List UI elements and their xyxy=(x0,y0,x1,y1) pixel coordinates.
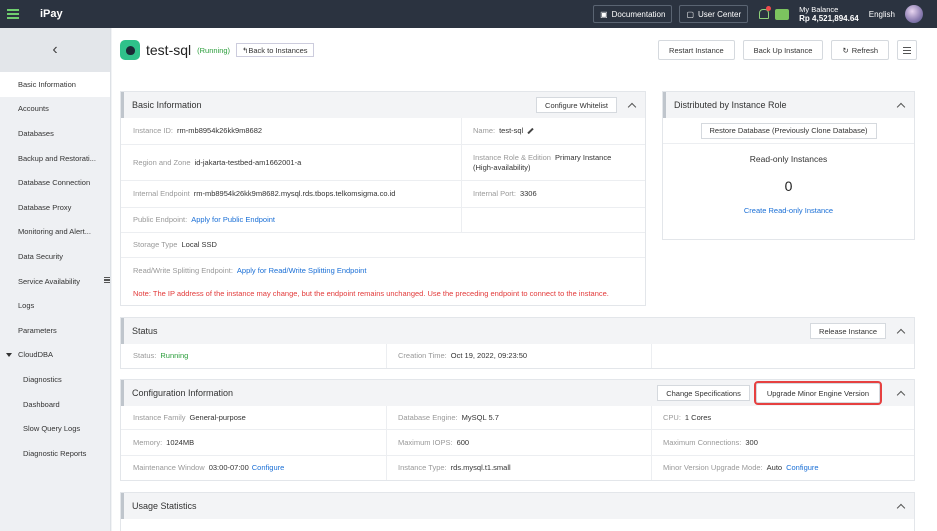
collapse-icon[interactable] xyxy=(892,384,910,402)
usage-statistics-card: Usage Statistics xyxy=(120,492,915,531)
balance[interactable]: My Balance Rp 4,521,894.64 xyxy=(799,5,859,23)
readonly-count: 0 xyxy=(784,178,793,194)
region-zone: id-jakarta-testbed-am1662001-a xyxy=(194,157,302,167)
back-arrow-icon[interactable]: ‹ xyxy=(0,28,110,72)
configure-maintenance-link[interactable]: Configure xyxy=(252,463,285,473)
sidebar-item-service-availability[interactable]: Service Availability xyxy=(0,269,110,294)
sidebar-item-parameters[interactable]: Parameters xyxy=(0,318,110,343)
sidebar-item-backup[interactable]: Backup and Restorati... xyxy=(0,146,110,171)
configure-minor-upgrade-link[interactable]: Configure xyxy=(786,463,819,473)
sidebar-group-clouddba[interactable]: CloudDBA xyxy=(0,343,110,368)
internal-port: 3306 xyxy=(519,189,537,198)
restart-instance-button[interactable]: Restart Instance xyxy=(658,40,735,60)
sidebar-item-slow-query-logs[interactable]: Slow Query Logs xyxy=(0,416,110,441)
usage-statistics-title: Usage Statistics xyxy=(132,501,197,511)
sidebar-item-database-connection[interactable]: Database Connection xyxy=(0,170,110,195)
readonly-title: Read-only Instances xyxy=(749,154,828,164)
sidebar-item-diagnostic-reports[interactable]: Diagnostic Reports xyxy=(0,441,110,466)
apply-rw-splitting-link[interactable]: Apply for Read/Write Splitting Endpoint xyxy=(237,266,367,276)
sidebar-item-basic-information[interactable]: Basic Information xyxy=(0,72,110,97)
refresh-icon: ↻ xyxy=(842,45,849,55)
page-header: test-sql (Running) ↰ Back to Instances R… xyxy=(112,28,937,72)
create-readonly-link[interactable]: Create Read-only Instance xyxy=(663,206,914,215)
main-content: test-sql (Running) ↰ Back to Instances R… xyxy=(112,28,937,531)
distributed-by-role-card: Distributed by Instance Role Restore Dat… xyxy=(662,91,915,240)
maximum-iops: 600 xyxy=(456,437,470,447)
minor-upgrade-mode: Auto xyxy=(766,463,783,472)
change-specifications-button[interactable]: Change Specifications xyxy=(657,385,750,401)
info-row: Read/Write Splitting Endpoint: Apply for … xyxy=(133,265,367,276)
chat-icon: ▢ xyxy=(686,9,695,19)
info-row: Storage Type Local SSD xyxy=(121,233,645,258)
documentation-button[interactable]: ▣ Documentation xyxy=(593,5,673,23)
instance-family: General-purpose xyxy=(189,412,246,422)
configure-whitelist-button[interactable]: Configure Whitelist xyxy=(536,97,617,113)
edit-icon[interactable] xyxy=(527,127,534,135)
info-row: Internal Endpoint rm-mb8954k26kk9m8682.my… xyxy=(121,181,645,208)
avatar[interactable] xyxy=(905,5,923,23)
distributed-title: Distributed by Instance Role xyxy=(674,100,787,110)
internal-endpoint: rm-mb8954k26kk9m8682.mysql.rds.tbops.tel… xyxy=(193,189,396,198)
upgrade-minor-engine-version-button[interactable]: Upgrade Minor Engine Version xyxy=(753,381,883,405)
collapse-icon[interactable] xyxy=(892,322,910,340)
refresh-button[interactable]: ↻ Refresh xyxy=(831,40,889,60)
caret-down-icon xyxy=(6,352,12,357)
status-title: Status xyxy=(132,326,158,336)
maximum-connections: 300 xyxy=(745,437,758,447)
basic-information-card: Basic Information Configure Whitelist In… xyxy=(120,91,646,306)
user-center-button[interactable]: ▢ User Center xyxy=(679,5,749,23)
sidebar-item-databases[interactable]: Databases xyxy=(0,121,110,146)
database-icon xyxy=(120,40,140,60)
info-row: Instance ID: rm-mb8954k26kk9m8682 Name: te… xyxy=(121,118,645,145)
collapse-icon[interactable] xyxy=(892,497,910,515)
wallet-icon[interactable] xyxy=(775,8,790,20)
sidebar-item-database-proxy[interactable]: Database Proxy xyxy=(0,195,110,220)
sidebar-item-logs[interactable]: Logs xyxy=(0,293,110,318)
menu-icon[interactable] xyxy=(0,0,26,28)
back-to-instances-button[interactable]: ↰ Back to Instances xyxy=(236,43,314,57)
list-icon xyxy=(903,46,911,54)
sidebar: ‹ Basic Information Accounts Databases B… xyxy=(0,28,111,531)
language-selector[interactable]: English xyxy=(869,10,895,19)
configuration-title: Configuration Information xyxy=(132,388,234,398)
status-value: Running xyxy=(160,351,189,360)
instance-edition: (High-availability) xyxy=(473,162,531,172)
logo[interactable]: iPay xyxy=(40,8,63,20)
sidebar-item-accounts[interactable]: Accounts xyxy=(0,97,110,122)
back-up-instance-button[interactable]: Back Up Instance xyxy=(742,40,824,60)
sidebar-item-monitoring[interactable]: Monitoring and Alert... xyxy=(0,220,110,245)
sidebar-item-data-security[interactable]: Data Security xyxy=(0,244,110,269)
memory: 1024MB xyxy=(166,437,195,447)
creation-time: Oct 19, 2022, 09:23:50 xyxy=(450,351,528,360)
collapse-icon[interactable] xyxy=(892,96,910,114)
list-view-button[interactable] xyxy=(897,40,917,60)
cpu: 1 Cores xyxy=(684,412,712,422)
top-bar: iPay ▣ Documentation ▢ User Center My Ba… xyxy=(0,0,937,28)
database-engine: MySQL 5.7 xyxy=(461,412,499,422)
instance-type: rds.mysql.t1.small xyxy=(450,463,511,472)
sidebar-item-dashboard[interactable]: Dashboard xyxy=(0,392,110,417)
endpoint-note: Note: The IP address of the instance may… xyxy=(133,289,609,298)
collapse-handle-icon[interactable] xyxy=(104,275,112,285)
maintenance-window: 03:00-07:00 xyxy=(208,463,249,472)
storage-type: Local SSD xyxy=(181,240,217,249)
sidebar-item-diagnostics[interactable]: Diagnostics xyxy=(0,367,110,392)
info-row: Region and Zone id-jakarta-testbed-am1662… xyxy=(121,145,645,181)
configuration-card: Configuration Information Change Specifi… xyxy=(120,379,915,481)
status-card: Status Release Instance Status: Running C… xyxy=(120,317,915,369)
info-row: Public Endpoint: Apply for Public Endpoin… xyxy=(121,208,645,233)
collapse-icon[interactable] xyxy=(623,96,641,114)
basic-information-title: Basic Information xyxy=(132,100,202,110)
release-instance-button[interactable]: Release Instance xyxy=(810,323,886,339)
instance-id: rm-mb8954k26kk9m8682 xyxy=(177,126,263,135)
apply-public-endpoint-link[interactable]: Apply for Public Endpoint xyxy=(191,215,275,225)
bell-icon[interactable] xyxy=(757,6,772,20)
note-row: Note: The IP address of the instance may… xyxy=(121,283,645,305)
instance-name: test-sql xyxy=(499,126,524,135)
restore-database-button[interactable]: Restore Database (Previously Clone Datab… xyxy=(700,122,877,139)
page-title: test-sql xyxy=(146,42,192,58)
status-badge: (Running) xyxy=(197,45,231,55)
document-icon: ▣ xyxy=(600,9,608,19)
instance-role: Primary Instance xyxy=(554,152,612,162)
